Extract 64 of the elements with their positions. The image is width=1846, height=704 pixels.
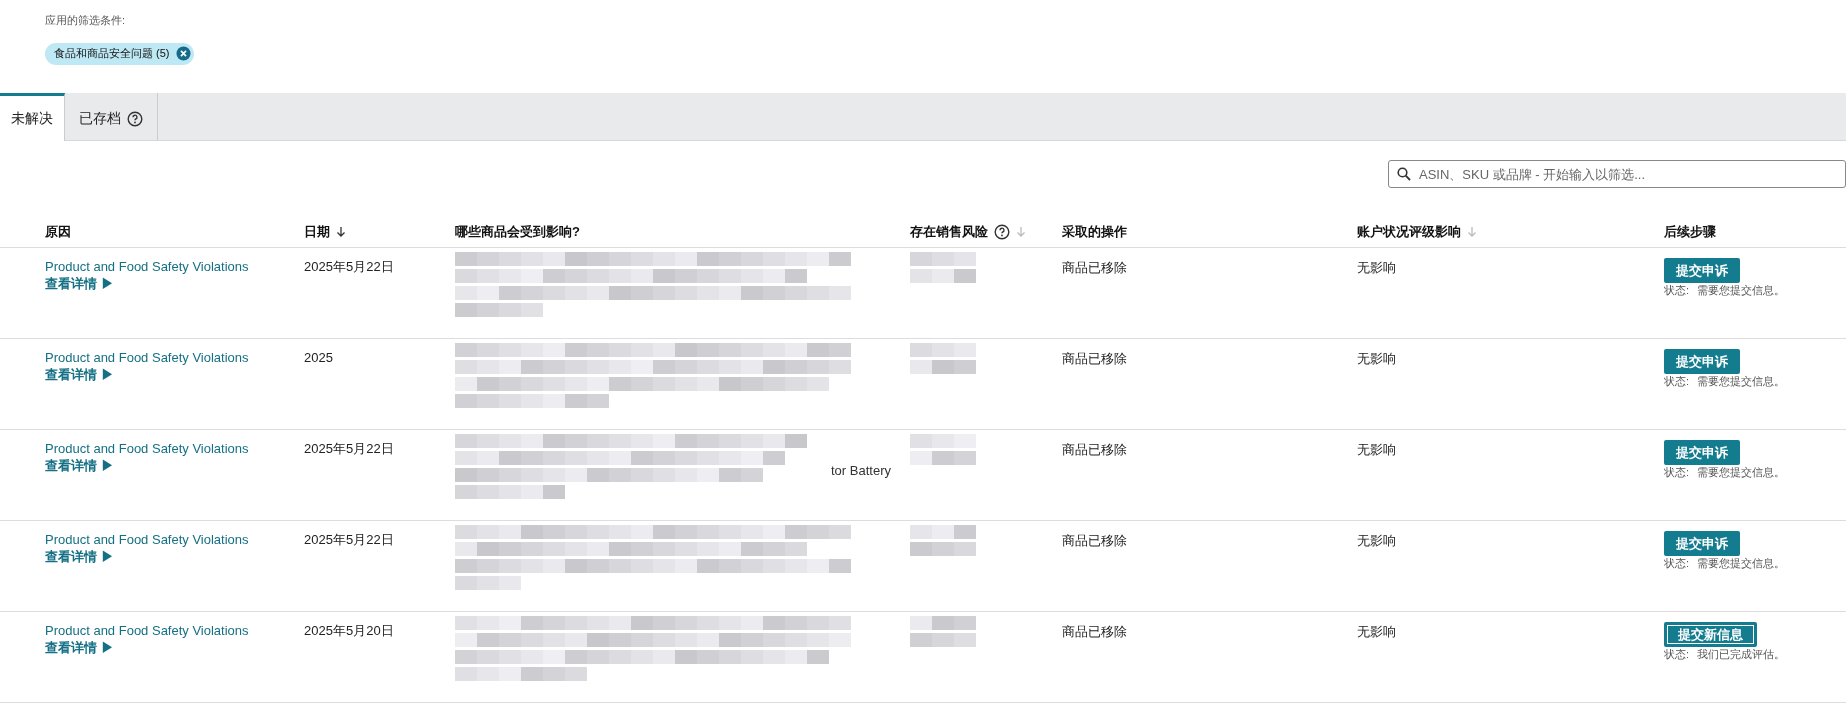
blurred-text-drawing [910, 343, 976, 374]
date-text: 2025年5月22日 [304, 440, 395, 457]
date-text: 2025年5月22日 [304, 258, 395, 275]
sort-arrow-icon[interactable] [336, 225, 346, 238]
action-text: 商品已移除 [1062, 624, 1127, 639]
date-text: 2025年5月22日 [304, 531, 395, 548]
blurred-text-drawing [910, 525, 976, 556]
action-button[interactable]: 提交申诉 [1664, 349, 1740, 374]
status-label: 状态: [1664, 283, 1690, 297]
action-text: 商品已移除 [1062, 260, 1127, 275]
impact-text: 无影响 [1357, 260, 1396, 275]
blurred-text-drawing [910, 252, 976, 283]
impact-text: 无影响 [1357, 533, 1396, 548]
search-field[interactable]: ASIN、SKU 或品牌 - 开始输入以筛选... [1388, 160, 1846, 188]
action-text: 商品已移除 [1062, 442, 1127, 457]
action-button[interactable]: 提交新信息 [1664, 622, 1757, 647]
status-text: 需要您提交信息。 [1697, 283, 1786, 297]
status-text: 需要您提交信息。 [1697, 374, 1786, 388]
column-header[interactable]: 日期 [304, 221, 330, 242]
search-icon [1397, 167, 1411, 181]
close-icon[interactable] [175, 46, 191, 61]
impact-text: 无影响 [1357, 442, 1396, 457]
view-details-link[interactable]: 查看详情 ▶ [45, 548, 304, 565]
column-header: 原因 [45, 222, 71, 241]
filter-chip-label: 食品和商品安全问题 (5) [54, 46, 170, 62]
tab[interactable]: 已存档 [65, 93, 158, 141]
status-text: 需要您提交信息。 [1697, 465, 1786, 479]
status-label: 状态: [1664, 556, 1690, 570]
product-text: tor Battery [831, 462, 892, 480]
column-header[interactable]: 账户状况评级影响 [1357, 221, 1461, 242]
column-header: 采取的操作 [1062, 222, 1127, 241]
date-text: 2025年5月20日 [304, 622, 395, 639]
filter-chip[interactable]: 食品和商品安全问题 (5) [45, 42, 194, 65]
reason-link[interactable]: Product and Food Safety Violations [45, 258, 304, 275]
status-text: 需要您提交信息。 [1697, 556, 1786, 570]
view-details-link[interactable]: 查看详情 ▶ [45, 366, 304, 383]
tab[interactable]: 未解决 [0, 93, 65, 141]
column-header[interactable]: 存在销售风险 [910, 221, 988, 242]
status-text: 我们已完成评估。 [1697, 647, 1786, 661]
date-text: 2025 [304, 349, 334, 366]
action-button[interactable]: 提交申诉 [1664, 258, 1740, 283]
reason-link[interactable]: Product and Food Safety Violations [45, 440, 304, 457]
action-text: 商品已移除 [1062, 351, 1127, 366]
reason-link[interactable]: Product and Food Safety Violations [45, 531, 304, 548]
view-details-link[interactable]: 查看详情 ▶ [45, 275, 304, 292]
column-header: 后续步骤 [1664, 222, 1716, 241]
action-text: 商品已移除 [1062, 533, 1127, 548]
view-details-link[interactable]: 查看详情 ▶ [45, 457, 304, 474]
blurred-text-drawing [910, 434, 976, 465]
help-icon[interactable] [994, 223, 1010, 240]
blurred-text-drawing [910, 616, 976, 647]
action-button[interactable]: 提交申诉 [1664, 531, 1740, 556]
action-button[interactable]: 提交申诉 [1664, 440, 1740, 465]
status-label: 状态: [1664, 465, 1690, 479]
reason-link[interactable]: Product and Food Safety Violations [45, 622, 304, 639]
impact-text: 无影响 [1357, 624, 1396, 639]
status-label: 状态: [1664, 647, 1690, 661]
view-details-link[interactable]: 查看详情 ▶ [45, 639, 304, 656]
status-label: 状态: [1664, 374, 1690, 388]
help-icon[interactable] [127, 110, 143, 127]
reason-link[interactable]: Product and Food Safety Violations [45, 349, 304, 366]
column-header: 哪些商品会受到影响? [455, 222, 580, 241]
filters-label: 应用的筛选条件: [45, 13, 127, 28]
impact-text: 无影响 [1357, 351, 1396, 366]
